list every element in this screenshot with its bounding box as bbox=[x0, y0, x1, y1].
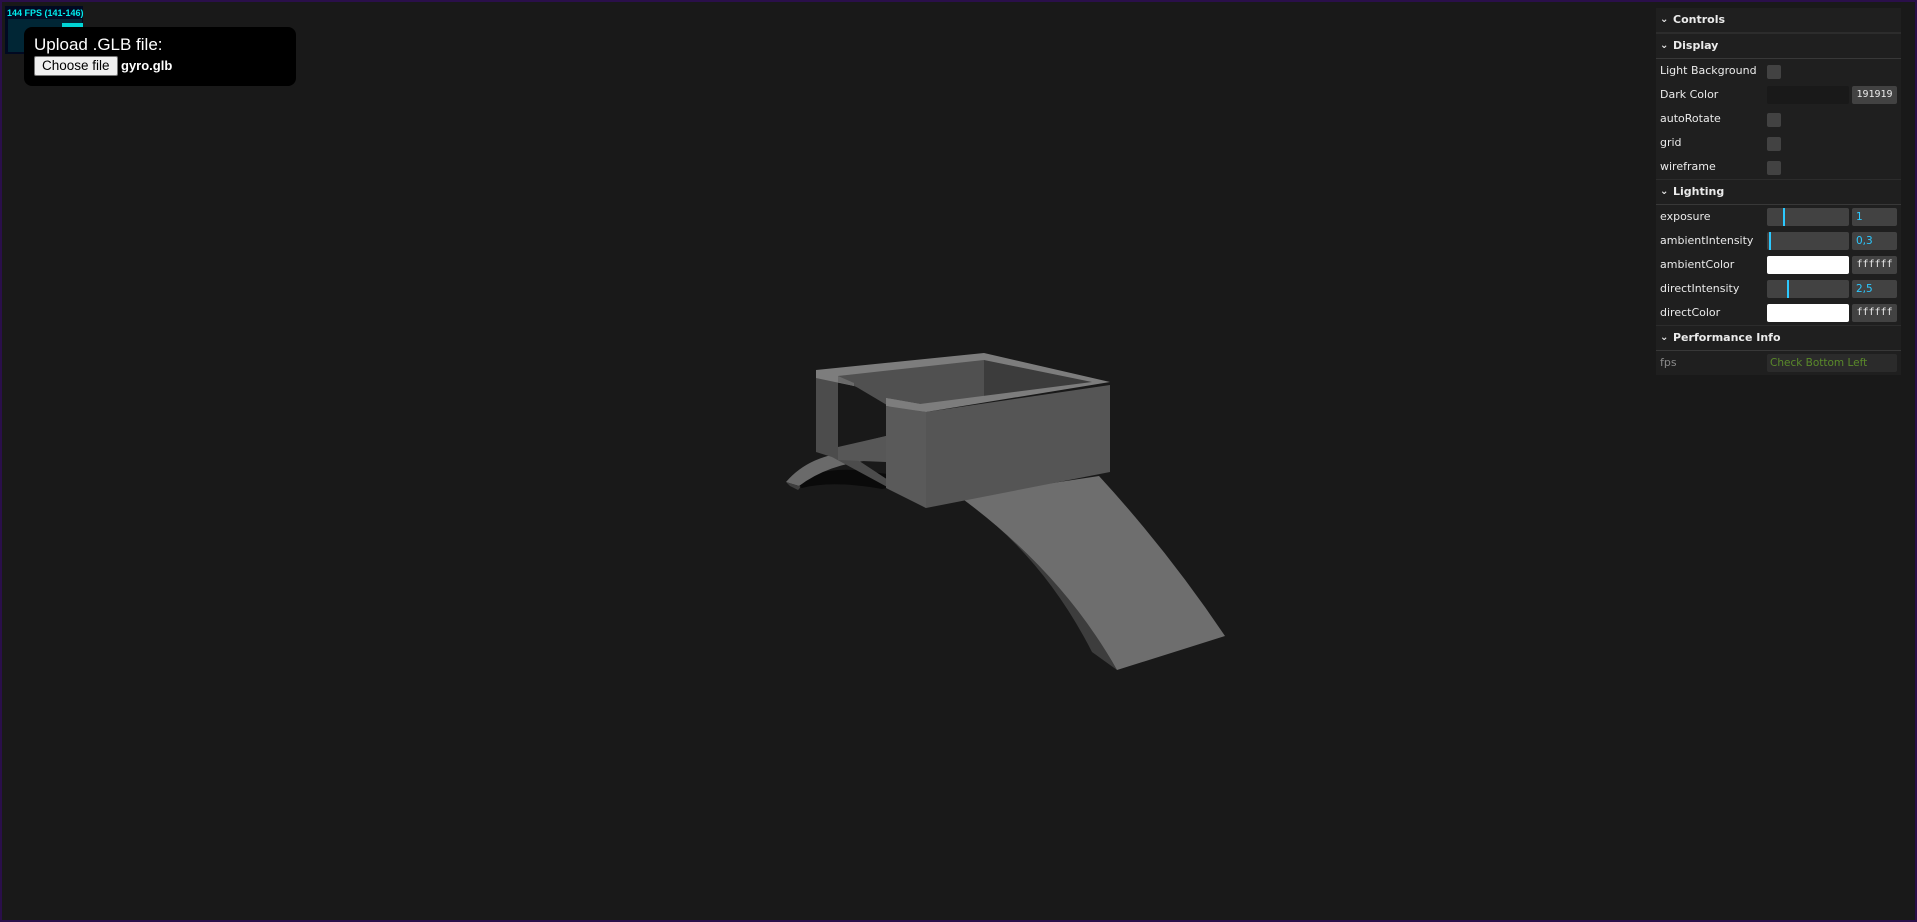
direct-intensity-input[interactable]: 2,5 bbox=[1852, 280, 1897, 298]
ambient-color-row: ambientColor ffffff bbox=[1656, 253, 1901, 277]
folder-display[interactable]: ⌄ Display bbox=[1656, 33, 1901, 59]
controls-panel: ⌄ Controls ⌄ Display Light Background Da… bbox=[1656, 8, 1901, 375]
upload-label: Upload .GLB file: bbox=[34, 35, 163, 54]
light-background-row: Light Background bbox=[1656, 59, 1901, 83]
fps-label: fps bbox=[1660, 356, 1677, 369]
grid-checkbox[interactable] bbox=[1767, 137, 1781, 151]
model-box-front bbox=[886, 406, 926, 508]
direct-intensity-label: directIntensity bbox=[1660, 282, 1740, 295]
direct-color-hex-input[interactable]: ffffff bbox=[1852, 304, 1897, 322]
model-box-inner-step-top bbox=[838, 436, 886, 462]
folder-performance-label: Performance Info bbox=[1673, 331, 1781, 344]
folder-performance[interactable]: ⌄ Performance Info bbox=[1656, 325, 1901, 351]
light-background-checkbox[interactable] bbox=[1767, 65, 1781, 79]
auto-rotate-checkbox[interactable] bbox=[1767, 113, 1781, 127]
folder-lighting[interactable]: ⌄ Lighting bbox=[1656, 179, 1901, 205]
selected-file-name: gyro.glb bbox=[121, 58, 173, 73]
direct-color-swatch[interactable] bbox=[1767, 304, 1849, 322]
controls-title[interactable]: ⌄ Controls bbox=[1656, 8, 1901, 33]
direct-intensity-slider[interactable] bbox=[1767, 280, 1849, 298]
dark-color-label: Dark Color bbox=[1660, 88, 1719, 101]
direct-intensity-slider-handle[interactable] bbox=[1787, 280, 1789, 298]
fps-readout: 144 FPS (141-146) bbox=[7, 8, 84, 18]
exposure-slider-handle[interactable] bbox=[1783, 208, 1785, 226]
folder-lighting-label: Lighting bbox=[1673, 185, 1725, 198]
direct-color-label: directColor bbox=[1660, 306, 1721, 319]
ambient-intensity-row: ambientIntensity 0,3 bbox=[1656, 229, 1901, 253]
wireframe-row: wireframe bbox=[1656, 155, 1901, 179]
chevron-down-icon: ⌄ bbox=[1660, 332, 1669, 343]
choose-file-button[interactable]: Choose file bbox=[34, 56, 118, 76]
chevron-down-icon: ⌄ bbox=[1660, 186, 1669, 197]
3d-viewport[interactable]: 144 FPS (141-146) Upload .GLB file: Choo… bbox=[0, 0, 1917, 922]
exposure-input[interactable]: 1 bbox=[1852, 208, 1897, 226]
controls-title-label: Controls bbox=[1673, 13, 1726, 26]
chevron-down-icon: ⌄ bbox=[1660, 14, 1669, 25]
direct-intensity-row: directIntensity 2,5 bbox=[1656, 277, 1901, 301]
grid-row: grid bbox=[1656, 131, 1901, 155]
upload-panel: Upload .GLB file: Choose file gyro.glb bbox=[24, 27, 296, 86]
grid-label: grid bbox=[1660, 136, 1682, 149]
exposure-slider[interactable] bbox=[1767, 208, 1849, 226]
wireframe-checkbox[interactable] bbox=[1767, 161, 1781, 175]
ambient-intensity-label: ambientIntensity bbox=[1660, 234, 1754, 247]
exposure-row: exposure 1 bbox=[1656, 205, 1901, 229]
ambient-color-label: ambientColor bbox=[1660, 258, 1735, 271]
auto-rotate-row: autoRotate bbox=[1656, 107, 1901, 131]
ambient-color-swatch[interactable] bbox=[1767, 256, 1849, 274]
ambient-color-hex-input[interactable]: ffffff bbox=[1852, 256, 1897, 274]
fps-row: fps Check Bottom Left bbox=[1656, 351, 1901, 375]
dark-color-row: Dark Color 191919 bbox=[1656, 83, 1901, 107]
dark-color-swatch[interactable] bbox=[1767, 86, 1849, 104]
ambient-intensity-input[interactable]: 0,3 bbox=[1852, 232, 1897, 250]
fps-text-field: Check Bottom Left bbox=[1767, 354, 1897, 372]
auto-rotate-label: autoRotate bbox=[1660, 112, 1721, 125]
direct-color-row: directColor ffffff bbox=[1656, 301, 1901, 325]
ambient-intensity-slider-handle[interactable] bbox=[1769, 232, 1771, 250]
ambient-intensity-slider[interactable] bbox=[1767, 232, 1849, 250]
model-render[interactable] bbox=[2, 2, 1915, 920]
light-background-label: Light Background bbox=[1660, 64, 1757, 77]
dark-color-hex-input[interactable]: 191919 bbox=[1852, 86, 1897, 104]
wireframe-label: wireframe bbox=[1660, 160, 1716, 173]
chevron-down-icon: ⌄ bbox=[1660, 40, 1669, 51]
folder-display-label: Display bbox=[1673, 39, 1719, 52]
exposure-label: exposure bbox=[1660, 210, 1711, 223]
